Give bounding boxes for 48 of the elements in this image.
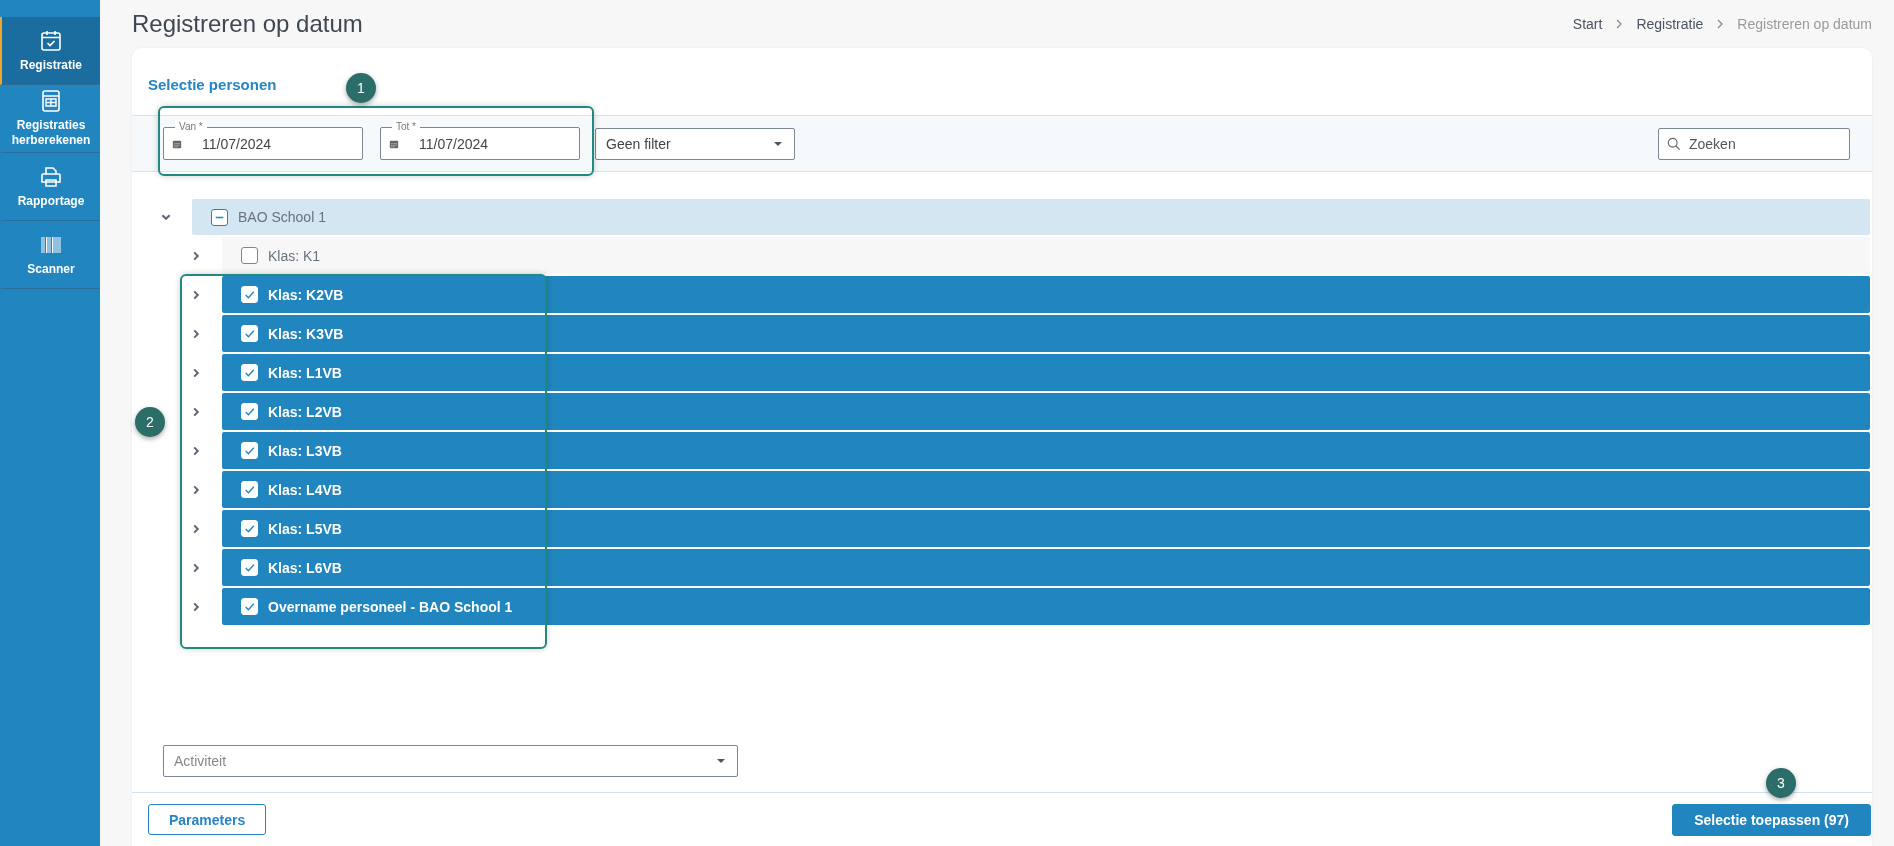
calendar-check-icon bbox=[39, 28, 63, 53]
tree-row[interactable]: Klas: K2VB bbox=[222, 276, 1870, 313]
tree-row[interactable]: Klas: L5VB bbox=[222, 510, 1870, 547]
date-field[interactable]: Van * 11/07/2024 bbox=[163, 119, 363, 160]
filter-dropdown[interactable]: Geen filter bbox=[595, 127, 795, 160]
breadcrumb-link[interactable]: Registratie bbox=[1636, 16, 1704, 32]
checkmark-icon bbox=[243, 483, 256, 496]
tree-row[interactable]: Klas: L3VB bbox=[222, 432, 1870, 469]
chevron-icon bbox=[1717, 19, 1724, 29]
calendar-icon bbox=[389, 138, 399, 149]
checkmark-icon bbox=[243, 405, 256, 418]
tree-row[interactable]: Klas: K3VB bbox=[222, 315, 1870, 352]
checkmark-icon bbox=[243, 327, 256, 340]
sidebar-item[interactable]: Scanner bbox=[0, 221, 100, 289]
tree-row[interactable]: Klas: L1VB bbox=[222, 354, 1870, 391]
calculator-icon bbox=[39, 89, 63, 113]
search-field[interactable]: Zoeken bbox=[1658, 127, 1850, 160]
chevron-icon bbox=[1616, 19, 1623, 29]
parameters-button[interactable]: Parameters bbox=[148, 804, 267, 835]
sidebar-item[interactable]: Registratie bbox=[0, 17, 100, 85]
checkmark-icon bbox=[243, 561, 256, 574]
page-title: Registreren op datum bbox=[132, 10, 363, 38]
checkmark-icon bbox=[243, 366, 256, 379]
caret-icon bbox=[717, 759, 725, 763]
search-icon bbox=[1667, 136, 1681, 151]
apply-button[interactable]: Selectie toepassen (97) bbox=[1672, 803, 1871, 836]
checkmark-icon bbox=[243, 444, 256, 457]
printer-icon bbox=[39, 164, 63, 189]
checkmark-icon bbox=[243, 522, 256, 535]
calendar-icon bbox=[172, 138, 182, 149]
checkmark-icon bbox=[243, 600, 256, 613]
tree-row[interactable]: Klas: L4VB bbox=[222, 471, 1870, 508]
tree-row[interactable]: Klas: L2VB bbox=[222, 393, 1870, 430]
tree-row[interactable]: Klas: K1 bbox=[222, 237, 1870, 274]
breadcrumb-current: Registreren op datum bbox=[1737, 16, 1872, 32]
checkmark-icon bbox=[243, 288, 256, 301]
tree-row[interactable]: Klas: L6VB bbox=[222, 549, 1870, 586]
sidebar-item[interactable]: Rapportage bbox=[0, 153, 100, 221]
checkbox[interactable] bbox=[241, 247, 258, 264]
tree-row[interactable]: BAO School 1 bbox=[192, 199, 1870, 235]
tree-row[interactable]: Overname personeel - BAO School 1 bbox=[222, 588, 1870, 625]
caret-icon bbox=[774, 141, 782, 146]
sidebar-item[interactable]: Registraties herberekenen bbox=[0, 85, 100, 153]
breadcrumb-link[interactable]: Start bbox=[1572, 16, 1603, 32]
section-title: Selectie personen bbox=[148, 76, 277, 93]
date-field[interactable]: Tot * 11/07/2024 bbox=[380, 119, 580, 160]
checkbox[interactable] bbox=[211, 208, 228, 226]
activity-dropdown[interactable]: Activiteit bbox=[163, 745, 738, 777]
